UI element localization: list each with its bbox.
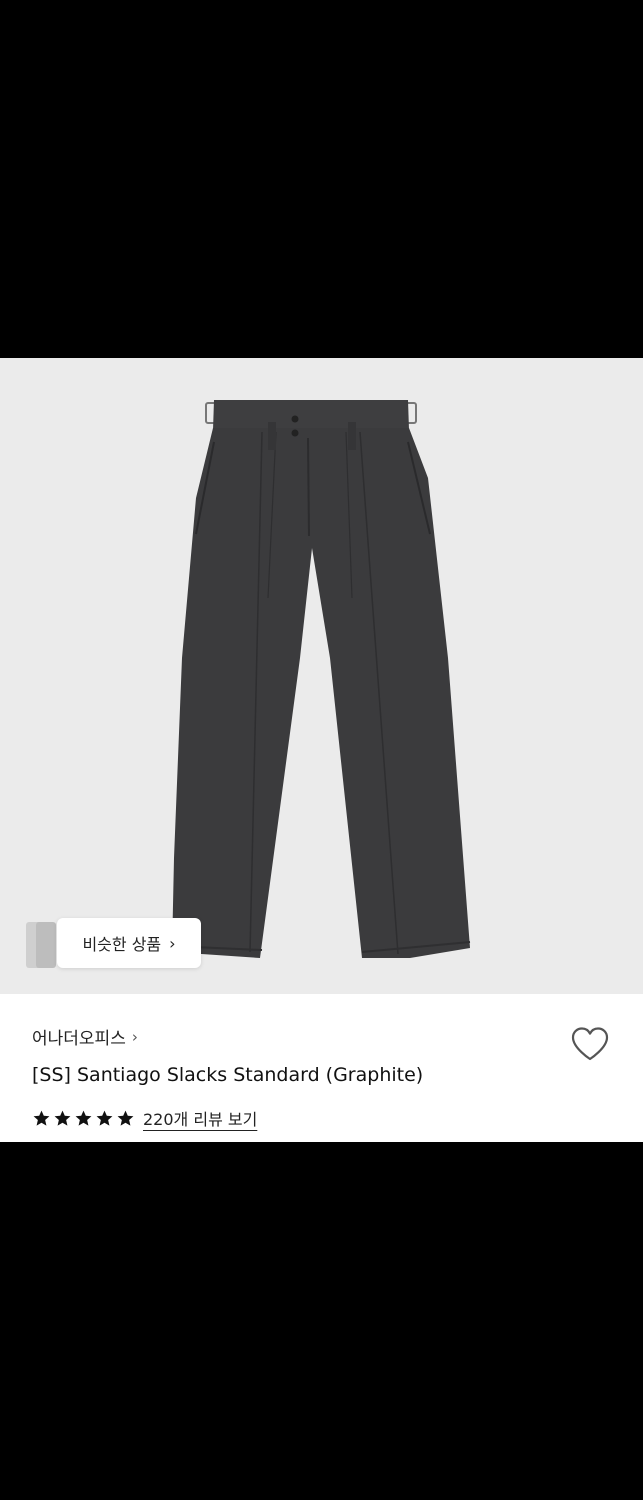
product-detail-page: 비슷한 상품 › 어나더오피스 › [SS] Santiago Slacks S… — [0, 0, 643, 1500]
similar-products-label: 비슷한 상품 — [82, 935, 162, 954]
chevron-right-icon: › — [169, 933, 176, 953]
star-icon — [33, 1110, 50, 1126]
reviews-link[interactable]: 220개 리뷰 보기 — [143, 1106, 257, 1130]
star-icon — [54, 1110, 71, 1126]
rating-row: 220개 리뷰 보기 — [32, 1106, 257, 1130]
star-icon — [117, 1110, 134, 1126]
star-icon — [75, 1110, 92, 1126]
similar-thumb — [36, 922, 56, 968]
product-title: [SS] Santiago Slacks Standard (Graphite) — [32, 1064, 424, 1086]
star-icon — [96, 1110, 113, 1126]
rating-stars — [32, 1109, 135, 1128]
heart-icon[interactable] — [570, 1026, 610, 1062]
chevron-right-icon: › — [131, 1027, 138, 1046]
product-image[interactable] — [0, 358, 643, 994]
brand-name: 어나더오피스 — [32, 1029, 126, 1049]
brand-link[interactable]: 어나더오피스 › — [32, 1024, 138, 1050]
similar-products-button[interactable]: 비슷한 상품 › — [57, 918, 201, 968]
product-info: 어나더오피스 › [SS] Santiago Slacks Standard (… — [0, 994, 643, 1142]
slacks-image — [171, 400, 471, 958]
